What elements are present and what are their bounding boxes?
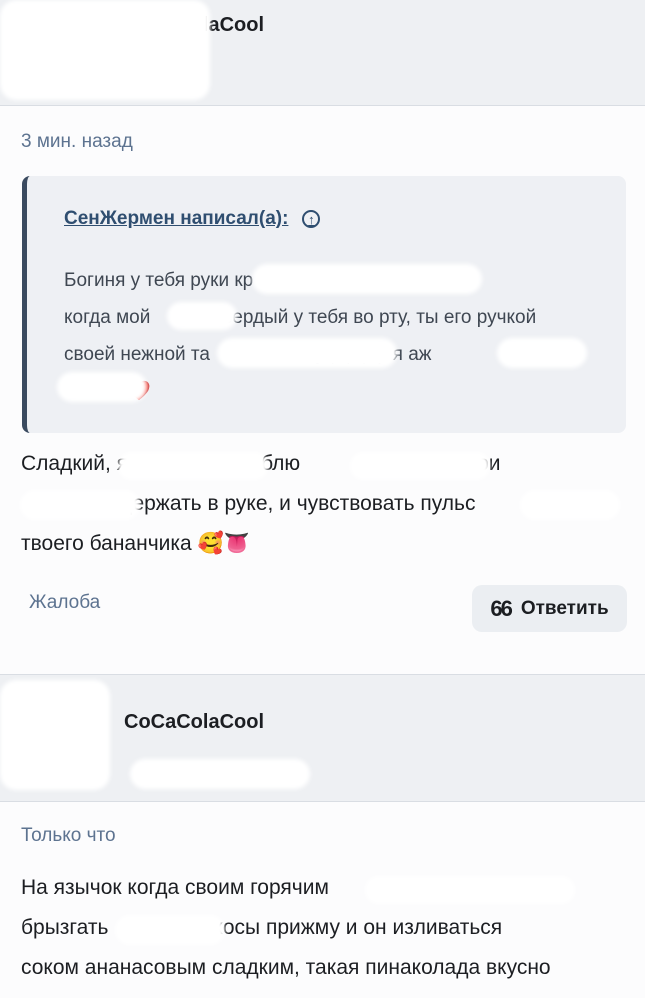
redaction — [350, 452, 490, 480]
report-link[interactable]: Жалоба — [29, 592, 100, 614]
quote-line: когда мой твердый у тебя во рту, ты его … — [64, 307, 537, 328]
arrow-up-circle-icon[interactable]: ↑ — [302, 210, 321, 228]
post-author[interactable]: CoCaColaCool — [124, 711, 264, 734]
quote-author-label: СенЖермен написал(а): — [64, 208, 289, 229]
quote-block: СенЖермен написал(а): ↑ Богиня у тебя ру… — [22, 176, 626, 433]
redaction — [20, 490, 140, 520]
redaction — [252, 264, 482, 294]
redaction — [0, 0, 210, 100]
body-line: соком ананасовым сладким, такая пинакола… — [21, 956, 551, 979]
redaction — [497, 338, 587, 368]
redaction — [167, 302, 237, 330]
redaction — [217, 338, 397, 368]
post-time: 3 мин. назад — [21, 131, 133, 152]
quote-author-link[interactable]: СенЖермен написал(а): ↑ — [64, 208, 321, 230]
body-line: Сладкий, я люблю у и твои — [21, 452, 501, 475]
redaction — [365, 876, 575, 904]
reply-button[interactable]: 66 Ответить — [472, 585, 627, 632]
reply-label: Ответить — [520, 597, 609, 619]
redaction — [118, 452, 268, 480]
redaction — [520, 490, 620, 520]
body-line: брызгать косы прижму и он изливаться — [21, 916, 503, 939]
post-header: CoCaColaCool — [0, 674, 645, 802]
redaction — [115, 915, 225, 945]
redaction — [130, 759, 310, 789]
redaction — [57, 372, 147, 402]
redaction — [0, 680, 110, 790]
body-line: твоего бананчика 🥰👅 — [21, 532, 250, 555]
post-time: Только что — [21, 825, 116, 846]
post-header: CoCaColaCool — [0, 0, 645, 106]
quote-icon: 66 — [490, 595, 513, 621]
